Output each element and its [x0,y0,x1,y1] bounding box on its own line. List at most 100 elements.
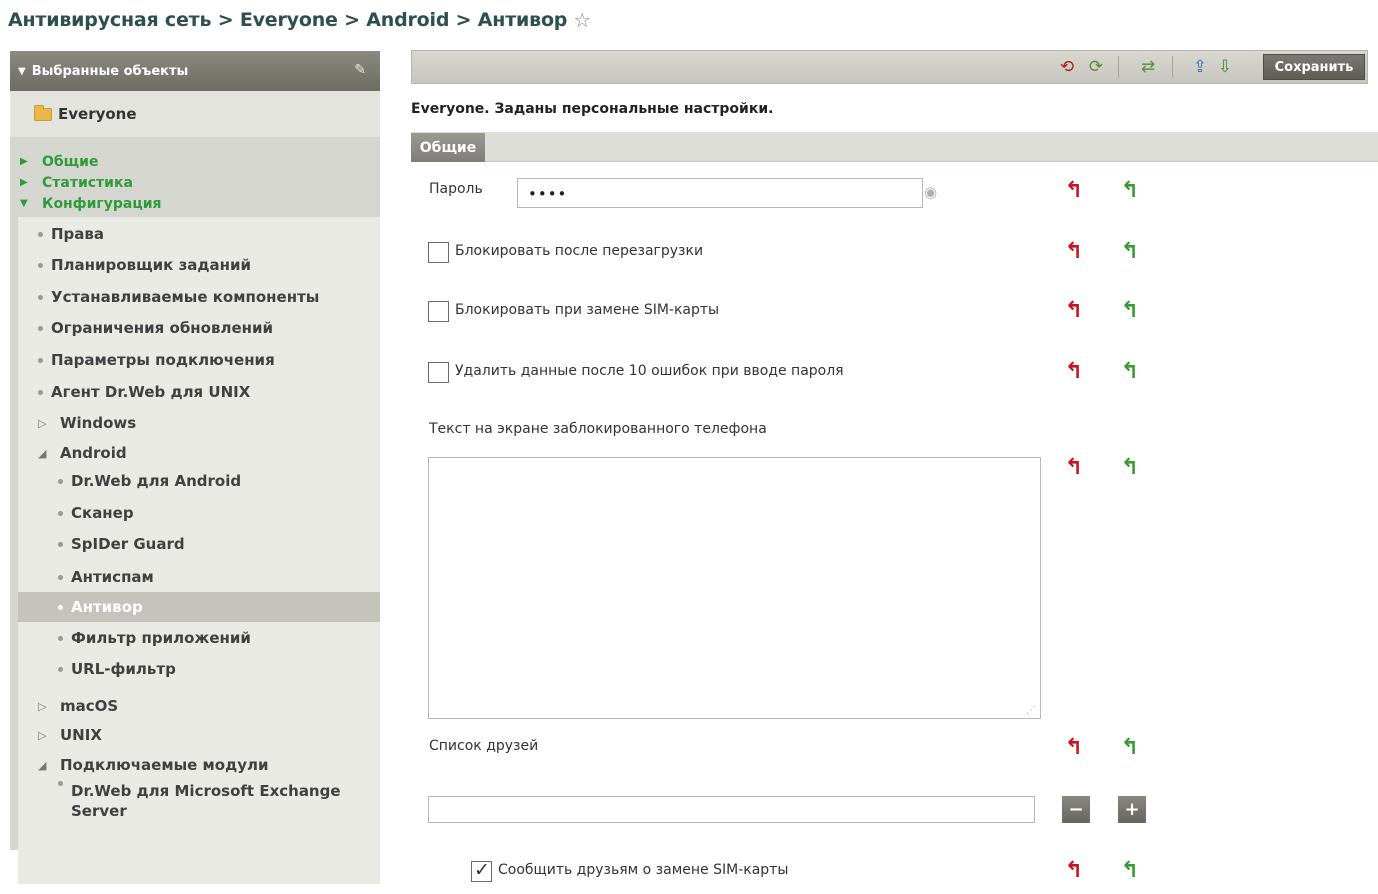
save-button[interactable]: Сохранить [1263,54,1365,80]
bullet-icon [58,541,63,547]
lock-after-reboot-label: Блокировать после перезагрузки [455,243,704,259]
reset-green-icon[interactable]: ↰ [1119,300,1141,322]
propagate-settings-icon[interactable]: ⇄ [1136,55,1160,79]
tree-item-label: URL-фильтр [71,660,176,678]
tree-item-label: Подключаемые модули [60,756,269,774]
lock-on-sim-change-checkbox[interactable] [428,301,449,322]
reset-green-icon[interactable]: ↰ [1119,241,1141,263]
sidebar-section-configuration[interactable]: ▼ Конфигурация [20,193,380,214]
sidebar-section-statistics[interactable]: ▶ Статистика [20,172,380,193]
bullet-icon [38,357,43,363]
bullet-icon [38,294,43,300]
friends-list-label: Список друзей [429,738,539,754]
breadcrumb: Антивирусная сеть > Everyone > Android >… [8,6,591,34]
tree-item-label: Android [60,444,127,462]
sidebar-tree-item[interactable]: URL-фильтр [18,654,380,684]
collapsed-triangle-icon[interactable]: ▷ [38,729,60,742]
wipe-after-errors-checkbox[interactable] [428,362,449,383]
lock-after-reboot-checkbox[interactable] [428,242,449,263]
bullet-icon [38,389,43,395]
sidebar-tree-item[interactable]: Параметры подключения [18,345,380,375]
tree-item-label: SpIDer Guard [71,535,185,553]
reset-green-icon[interactable]: ↰ [1119,180,1141,202]
triangle-down-icon: ▼ [20,198,28,209]
bullet-icon [38,325,43,331]
expanded-triangle-icon[interactable]: ◢ [38,759,60,772]
sidebar-sections: ▶ Общие ▶ Статистика ▼ Конфигурация [10,137,380,214]
sidebar-tree-item[interactable]: ▷ Windows [18,408,380,438]
password-input[interactable]: •••• [517,178,923,208]
collapse-arrow-icon[interactable]: ▼ [18,66,26,77]
lock-on-sim-change-label: Блокировать при замене SIM-карты [455,302,720,318]
configuration-tree: Права Планировщик заданий Устанавливаемые … [18,217,380,884]
section-label: Общие [42,153,99,170]
sidebar-tree-item[interactable]: Dr.Web для Microsoft Exchange Server [18,779,380,825]
import-icon[interactable]: ⇩ [1213,55,1237,79]
tree-item-label: Windows [60,414,137,432]
bullet-icon [58,478,63,484]
sidebar-tree-item[interactable]: ◢ Подключаемые модули [18,750,380,780]
lock-screen-text-label: Текст на экране заблокированного телефон… [429,421,767,437]
sidebar-tree-item[interactable]: Фильтр приложений [18,623,380,653]
restore-all-icon[interactable]: ⟳ [1084,55,1108,79]
sidebar-tree-item[interactable]: Dr.Web для Android [18,466,380,496]
reset-red-icon[interactable]: ↰ [1063,860,1085,882]
reset-red-icon[interactable]: ↰ [1063,241,1085,263]
lock-screen-text-area[interactable]: ⋰ [428,457,1041,719]
sidebar-tree-item[interactable]: Права [18,219,380,249]
reset-red-icon[interactable]: ↰ [1063,457,1085,479]
reset-red-icon[interactable]: ↰ [1063,180,1085,202]
bullet-icon [58,604,63,610]
sidebar-tree-item[interactable]: Устанавливаемые компоненты [18,282,380,312]
sidebar-tree-item[interactable]: Планировщик заданий [18,250,380,280]
sidebar-tree-item[interactable]: SpIDer Guard [18,529,380,559]
toolbar: ⟲ ⟳ ⇄ ⇪ ⇩ Сохранить [411,50,1368,84]
reset-green-icon[interactable]: ↰ [1119,361,1141,383]
sidebar-tree-item[interactable]: Сканер [18,498,380,528]
bullet-icon [38,231,43,237]
pin-icon[interactable]: ✎ [354,62,366,78]
sidebar-header[interactable]: ▼ Выбранные объекты ✎ [10,51,380,91]
tree-item-label: Антиспам [71,568,154,586]
expanded-triangle-icon[interactable]: ◢ [38,447,60,460]
tree-item-label: Права [51,225,105,243]
reset-red-icon[interactable]: ↰ [1063,300,1085,322]
tree-item-label: Dr.Web для Microsoft Exchange Server [71,782,341,820]
export-icon[interactable]: ⇪ [1188,55,1212,79]
settings-info: Everyone. Заданы персональные настройки. [411,101,774,117]
bullet-icon [58,666,63,672]
sidebar-tree-item[interactable]: Антиспам [18,562,380,592]
collapsed-triangle-icon[interactable]: ▷ [38,417,60,430]
reset-red-icon[interactable]: ↰ [1063,737,1085,759]
notify-friends-label: Сообщить друзьям о замене SIM-карты [498,862,789,878]
reset-red-icon[interactable]: ↰ [1063,361,1085,383]
sidebar-section-general[interactable]: ▶ Общие [20,151,380,172]
triangle-right-icon: ▶ [20,156,28,167]
tree-item-label: Параметры подключения [51,351,275,369]
tab-general[interactable]: Общие [411,133,485,162]
remove-friend-button[interactable]: − [1062,796,1090,823]
notify-friends-checkbox[interactable] [471,859,492,882]
sidebar-tree-item[interactable]: ▷ UNIX [18,720,380,750]
reset-green-icon[interactable]: ↰ [1119,737,1141,759]
bullet-icon [58,510,63,516]
reset-all-icon[interactable]: ⟲ [1055,55,1079,79]
section-label: Конфигурация [42,195,162,212]
reset-green-icon[interactable]: ↰ [1119,457,1141,479]
sidebar-root-label: Everyone [58,105,137,123]
show-password-eye-icon[interactable]: ◉ [924,183,950,203]
sidebar-tree-item[interactable]: Ограничения обновлений [18,313,380,343]
tree-item-label: Антивор [71,598,143,616]
sidebar-tree-item[interactable]: ▷ macOS [18,691,380,721]
friend-number-input[interactable] [428,796,1035,823]
password-label: Пароль [429,181,483,197]
collapsed-triangle-icon[interactable]: ▷ [38,700,60,713]
favorite-star-icon[interactable]: ☆ [573,8,591,32]
resize-grip-icon[interactable]: ⋰ [1026,705,1036,716]
sidebar-tree-item[interactable]: Агент Dr.Web для UNIX [18,377,380,407]
sidebar-tree-item[interactable]: Антивор [18,592,380,622]
reset-green-icon[interactable]: ↰ [1119,860,1141,882]
sidebar-root-everyone[interactable]: Everyone [10,91,380,137]
sidebar-tree-item[interactable]: ◢ Android [18,438,380,468]
add-friend-button[interactable]: + [1118,796,1146,823]
